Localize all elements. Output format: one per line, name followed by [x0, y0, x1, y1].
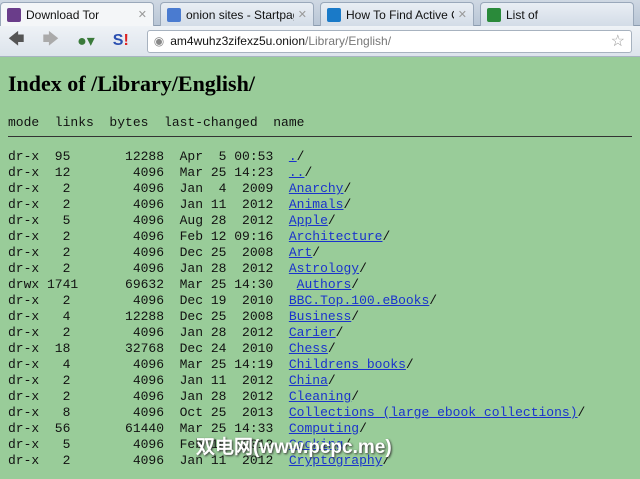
directory-link[interactable]: Collections (large ebook collections) [289, 405, 578, 420]
close-tab-icon[interactable]: ✕ [458, 8, 467, 21]
row-meta: dr-x 95 12288 Apr 5 00:53 [8, 149, 289, 164]
table-row: dr-x 2 4096 Jan 4 2009 Anarchy/ [8, 181, 352, 196]
row-meta: dr-x 2 4096 Jan 4 2009 [8, 181, 289, 196]
row-meta: dr-x 8 4096 Oct 25 2013 [8, 405, 289, 420]
directory-link[interactable]: Authors [297, 277, 352, 292]
table-row: dr-x 95 12288 Apr 5 00:53 ./ [8, 149, 305, 164]
table-row: dr-x 4 4096 Mar 25 14:19 Childrens books… [8, 357, 414, 372]
back-icon[interactable]: 🡄 [8, 28, 25, 55]
forward-icon[interactable]: 🡆 [43, 28, 60, 55]
close-tab-icon[interactable]: ✕ [138, 8, 147, 21]
table-row: dr-x 2 4096 Dec 19 2010 BBC.Top.100.eBoo… [8, 293, 438, 308]
directory-link[interactable]: .. [289, 165, 305, 180]
tab[interactable]: How To Find Active Onion... ✕ [320, 2, 474, 26]
tab-title: List of [506, 7, 539, 22]
close-tab-icon[interactable]: ✕ [298, 8, 307, 21]
table-row: dr-x 2 4096 Jan 11 2012 China/ [8, 373, 336, 388]
table-row: dr-x 2 4096 Feb 12 09:16 Architecture/ [8, 229, 391, 244]
table-row: dr-x 8 4096 Oct 25 2013 Collections (lar… [8, 405, 586, 420]
divider [8, 136, 632, 137]
page-content: Index of /Library/English/ mode links by… [0, 57, 640, 479]
makeuseof-icon [327, 7, 341, 22]
table-row: drwx 1741 69632 Mar 25 14:30 Authors/ [8, 277, 360, 292]
table-row: dr-x 2 4096 Jan 28 2012 Astrology/ [8, 261, 367, 276]
s-icon [487, 7, 501, 22]
tab[interactable]: onion sites - Startpage Sea... ✕ [160, 2, 314, 26]
tab-title: onion sites - Startpage Sea... [186, 7, 294, 22]
tab[interactable]: Download Tor ✕ [0, 2, 154, 26]
row-meta: dr-x 4 4096 Mar 25 14:19 [8, 357, 289, 372]
directory-link[interactable]: Astrology [289, 261, 359, 276]
row-meta: dr-x 12 4096 Mar 25 14:23 [8, 165, 289, 180]
row-meta: dr-x 5 4096 Aug 28 2012 [8, 213, 289, 228]
row-meta: drwx 1741 69632 Mar 25 14:30 [8, 277, 297, 292]
nav-bar: 🡄 🡆 ●▾ S! ◉ am4wuhz3zifexz5u.onion/Libra… [0, 26, 640, 57]
tor-onion-icon [7, 7, 21, 22]
directory-link[interactable]: Apple [289, 213, 328, 228]
tab-title: Download Tor [26, 7, 100, 22]
directory-link[interactable]: Chess [289, 341, 328, 356]
row-meta: dr-x 2 4096 Jan 28 2012 [8, 389, 289, 404]
directory-link[interactable]: Cleaning [289, 389, 351, 404]
tab-bar: Download Tor✕onion sites - Startpage Sea… [0, 0, 640, 26]
directory-link[interactable]: . [289, 149, 297, 164]
directory-link[interactable]: China [289, 373, 328, 388]
row-meta: dr-x 2 4096 Jan 28 2012 [8, 325, 289, 340]
tab[interactable]: List of [480, 2, 634, 26]
row-meta: dr-x 2 4096 Jan 11 2012 [8, 197, 289, 212]
directory-link[interactable]: Childrens books [289, 357, 406, 372]
startpage-s-icon[interactable]: S! [113, 32, 129, 50]
table-row: dr-x 5 4096 Aug 28 2012 Apple/ [8, 213, 336, 228]
tor-button-icon[interactable]: ●▾ [77, 31, 95, 51]
listing-header: mode links bytes last-changed name [8, 115, 305, 130]
url-host: am4wuhz3zifexz5u.onion [170, 34, 305, 48]
table-row: dr-x 2 4096 Jan 28 2012 Carier/ [8, 325, 344, 340]
directory-link[interactable]: Anarchy [289, 181, 344, 196]
directory-link[interactable]: Architecture [289, 229, 383, 244]
table-row: dr-x 2 4096 Dec 25 2008 Art/ [8, 245, 321, 260]
table-row: dr-x 2 4096 Jan 28 2012 Cleaning/ [8, 389, 360, 404]
url-path: /Library/English/ [305, 34, 392, 48]
table-row: dr-x 18 32768 Dec 24 2010 Chess/ [8, 341, 336, 356]
globe-icon: ◉ [153, 34, 165, 48]
listing: dr-x 95 12288 Apr 5 00:53 ./ dr-x 12 409… [8, 149, 632, 469]
row-meta: dr-x 18 32768 Dec 24 2010 [8, 341, 289, 356]
row-meta: dr-x 4 12288 Dec 25 2008 [8, 309, 289, 324]
url-bar[interactable]: ◉ am4wuhz3zifexz5u.onion/Library/English… [146, 29, 632, 53]
table-row: dr-x 12 4096 Mar 25 14:23 ../ [8, 165, 313, 180]
row-meta: dr-x 2 4096 Jan 28 2012 [8, 261, 289, 276]
startpage-icon [167, 7, 181, 22]
directory-link[interactable]: Carier [289, 325, 336, 340]
bookmark-star-icon[interactable]: ☆ [611, 31, 625, 51]
tab-title: How To Find Active Onion... [346, 7, 454, 22]
page-title: Index of /Library/English/ [8, 71, 255, 96]
watermark: 双电网(www.pcpc.me) [196, 437, 392, 458]
row-meta: dr-x 2 4096 Feb 12 09:16 [8, 229, 289, 244]
directory-link[interactable]: Business [289, 309, 351, 324]
row-meta: dr-x 2 4096 Jan 11 2012 [8, 373, 289, 388]
directory-link[interactable]: Art [289, 245, 312, 260]
row-meta: dr-x 2 4096 Dec 19 2010 [8, 293, 289, 308]
row-meta: dr-x 2 4096 Dec 25 2008 [8, 245, 289, 260]
table-row: dr-x 4 12288 Dec 25 2008 Business/ [8, 309, 360, 324]
directory-link[interactable]: Animals [289, 197, 344, 212]
directory-link[interactable]: BBC.Top.100.eBooks [289, 293, 429, 308]
table-row: dr-x 2 4096 Jan 11 2012 Animals/ [8, 197, 352, 212]
